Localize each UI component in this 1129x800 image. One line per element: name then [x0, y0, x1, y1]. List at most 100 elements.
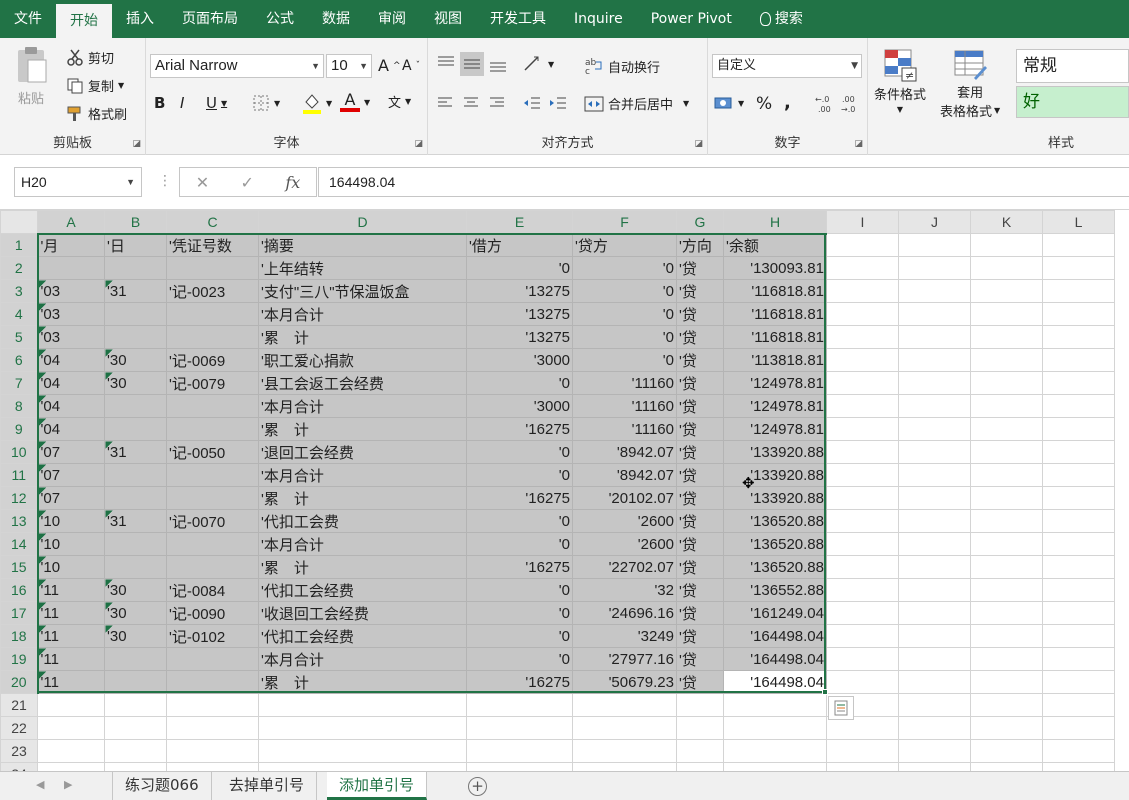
border-button[interactable]: ▼ — [252, 94, 280, 112]
cell[interactable]: '0 — [466, 578, 573, 602]
cell[interactable] — [970, 394, 1043, 418]
fill-color-button[interactable]: ▼ — [302, 92, 332, 114]
cell[interactable]: '贷 — [676, 578, 724, 602]
ribbon-tab-3[interactable]: 页面布局 — [168, 0, 252, 38]
cell[interactable]: '2600 — [572, 532, 677, 556]
cell[interactable]: '22702.07 — [572, 555, 677, 579]
cell[interactable]: '贷 — [676, 417, 724, 441]
cell[interactable]: '133920.88 — [723, 463, 827, 487]
cell[interactable]: '代扣工会经费 — [258, 624, 467, 648]
cell[interactable] — [723, 693, 827, 717]
cell[interactable] — [258, 716, 467, 740]
cell[interactable] — [970, 371, 1043, 395]
font-color-button[interactable]: A ▼ — [340, 92, 370, 112]
cell[interactable] — [826, 279, 899, 303]
cell[interactable]: '记-0070 — [166, 509, 259, 533]
cell[interactable] — [1042, 302, 1115, 326]
row-header[interactable]: 22 — [0, 716, 38, 740]
dialog-launcher-icon[interactable]: ◪ — [132, 139, 141, 149]
cell[interactable]: '31 — [104, 279, 167, 303]
cell[interactable] — [898, 325, 971, 349]
cell[interactable]: '50679.23 — [572, 670, 677, 694]
ribbon-tab-9[interactable]: Inquire — [560, 0, 637, 38]
wrap-text-button[interactable]: ab c 自动换行 — [584, 56, 660, 76]
cell[interactable] — [898, 555, 971, 579]
ribbon-tab-4[interactable]: 公式 — [252, 0, 308, 38]
column-header-i[interactable]: I — [826, 210, 899, 234]
style-normal-cell[interactable]: 常规 — [1016, 49, 1129, 83]
row-header[interactable]: 6 — [0, 348, 39, 372]
cell[interactable] — [970, 325, 1043, 349]
cell[interactable] — [166, 555, 259, 579]
row-header[interactable]: 21 — [0, 693, 38, 717]
cell[interactable] — [1042, 509, 1115, 533]
cell[interactable]: '164498.04 — [723, 647, 827, 671]
ribbon-tab-1[interactable]: 开始 — [56, 4, 112, 38]
row-header[interactable]: 9 — [0, 417, 39, 441]
ribbon-tab-8[interactable]: 开发工具 — [476, 0, 560, 38]
orientation-button[interactable]: ▼ — [522, 54, 554, 74]
ribbon-tab-6[interactable]: 审阅 — [364, 0, 420, 38]
cell[interactable]: '31 — [104, 509, 167, 533]
cell[interactable]: '日 — [104, 233, 167, 257]
cell[interactable] — [166, 762, 259, 771]
cell[interactable]: '136520.88 — [723, 532, 827, 556]
cell[interactable]: '0 — [466, 440, 573, 464]
cell[interactable] — [898, 532, 971, 556]
column-header-j[interactable]: J — [898, 210, 971, 234]
format-painter-button[interactable]: 格式刷 — [66, 104, 127, 123]
cell[interactable]: '10 — [37, 532, 105, 556]
cell[interactable] — [572, 762, 677, 771]
cell[interactable]: '借方 — [466, 233, 573, 257]
cell[interactable] — [898, 440, 971, 464]
cell[interactable]: '记-0090 — [166, 601, 259, 625]
cell[interactable]: '记-0102 — [166, 624, 259, 648]
insert-function-icon[interactable]: fx — [285, 173, 300, 192]
cell[interactable] — [104, 394, 167, 418]
column-header-f[interactable]: F — [572, 210, 677, 235]
cell[interactable] — [826, 440, 899, 464]
cell[interactable]: '161249.04 — [723, 601, 827, 625]
cell[interactable]: '164498.04 — [723, 624, 827, 648]
cell[interactable] — [1042, 371, 1115, 395]
dialog-launcher-icon[interactable]: ◪ — [854, 139, 863, 149]
row-header[interactable]: 13 — [0, 509, 39, 533]
cell[interactable]: '记-0084 — [166, 578, 259, 602]
percent-button[interactable]: % — [756, 94, 772, 114]
cell[interactable] — [258, 762, 467, 771]
dialog-launcher-icon[interactable]: ◪ — [694, 139, 703, 149]
cell[interactable]: '116818.81 — [723, 279, 827, 303]
sheet-tab-1[interactable]: 练习题066 — [112, 772, 212, 800]
cell[interactable]: '贷方 — [572, 233, 677, 257]
cell[interactable]: '11 — [37, 670, 105, 694]
cell[interactable] — [970, 762, 1043, 771]
cell[interactable]: '130093.81 — [723, 256, 827, 280]
ribbon-tab-0[interactable]: 文件 — [0, 0, 56, 38]
cell[interactable] — [104, 417, 167, 441]
cell[interactable] — [104, 555, 167, 579]
cell[interactable] — [970, 555, 1043, 579]
cell[interactable]: '贷 — [676, 555, 724, 579]
cell[interactable] — [104, 647, 167, 671]
paste-button[interactable]: 粘贴 — [14, 46, 48, 107]
cell[interactable]: '10 — [37, 509, 105, 533]
cell[interactable] — [898, 716, 971, 740]
cell[interactable]: '11160 — [572, 417, 677, 441]
cell[interactable] — [970, 647, 1043, 671]
format-as-table-button[interactable]: 套用 表格格式 ▼ — [940, 48, 1000, 120]
cell[interactable]: '133920.88 — [723, 440, 827, 464]
cell[interactable] — [970, 739, 1043, 763]
cell[interactable]: '本月合计 — [258, 647, 467, 671]
cell[interactable] — [826, 578, 899, 602]
cell[interactable]: '本月合计 — [258, 532, 467, 556]
cell[interactable]: '2600 — [572, 509, 677, 533]
cell[interactable]: '贷 — [676, 532, 724, 556]
cell[interactable] — [104, 325, 167, 349]
cell[interactable]: '贷 — [676, 463, 724, 487]
decrease-indent-button[interactable] — [522, 94, 542, 112]
cell[interactable] — [572, 716, 677, 740]
cell[interactable] — [1042, 233, 1115, 257]
cell[interactable]: '13275 — [466, 279, 573, 303]
cell[interactable]: '0 — [466, 509, 573, 533]
style-good-cell[interactable]: 好 — [1016, 86, 1129, 118]
